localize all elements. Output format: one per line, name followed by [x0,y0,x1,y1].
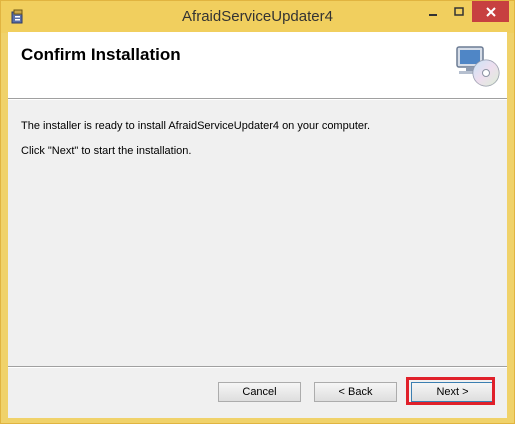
title-bar[interactable]: AfraidServiceUpdater4 [1,1,514,33]
maximize-button[interactable] [446,1,472,22]
cancel-button[interactable]: Cancel [218,382,301,402]
header-divider [8,98,507,100]
dialog-client-area: Confirm Installation The installer is re… [8,32,507,418]
close-icon [485,6,496,17]
close-button[interactable] [472,1,509,22]
computer-cd-icon [453,43,501,91]
header-banner: Confirm Installation [8,32,507,98]
footer-divider [8,366,507,368]
ready-message: The installer is ready to install Afraid… [21,120,371,132]
instruction-message: Click "Next" to start the installation. [21,145,192,157]
installer-window: AfraidServiceUpdater4 Confirm Installati… [0,0,515,424]
back-button[interactable]: < Back [314,382,397,402]
minimize-icon [429,13,437,16]
minimize-button[interactable] [420,1,446,22]
next-button-highlight [406,377,495,405]
page-title: Confirm Installation [21,45,181,64]
maximize-icon [454,6,464,16]
